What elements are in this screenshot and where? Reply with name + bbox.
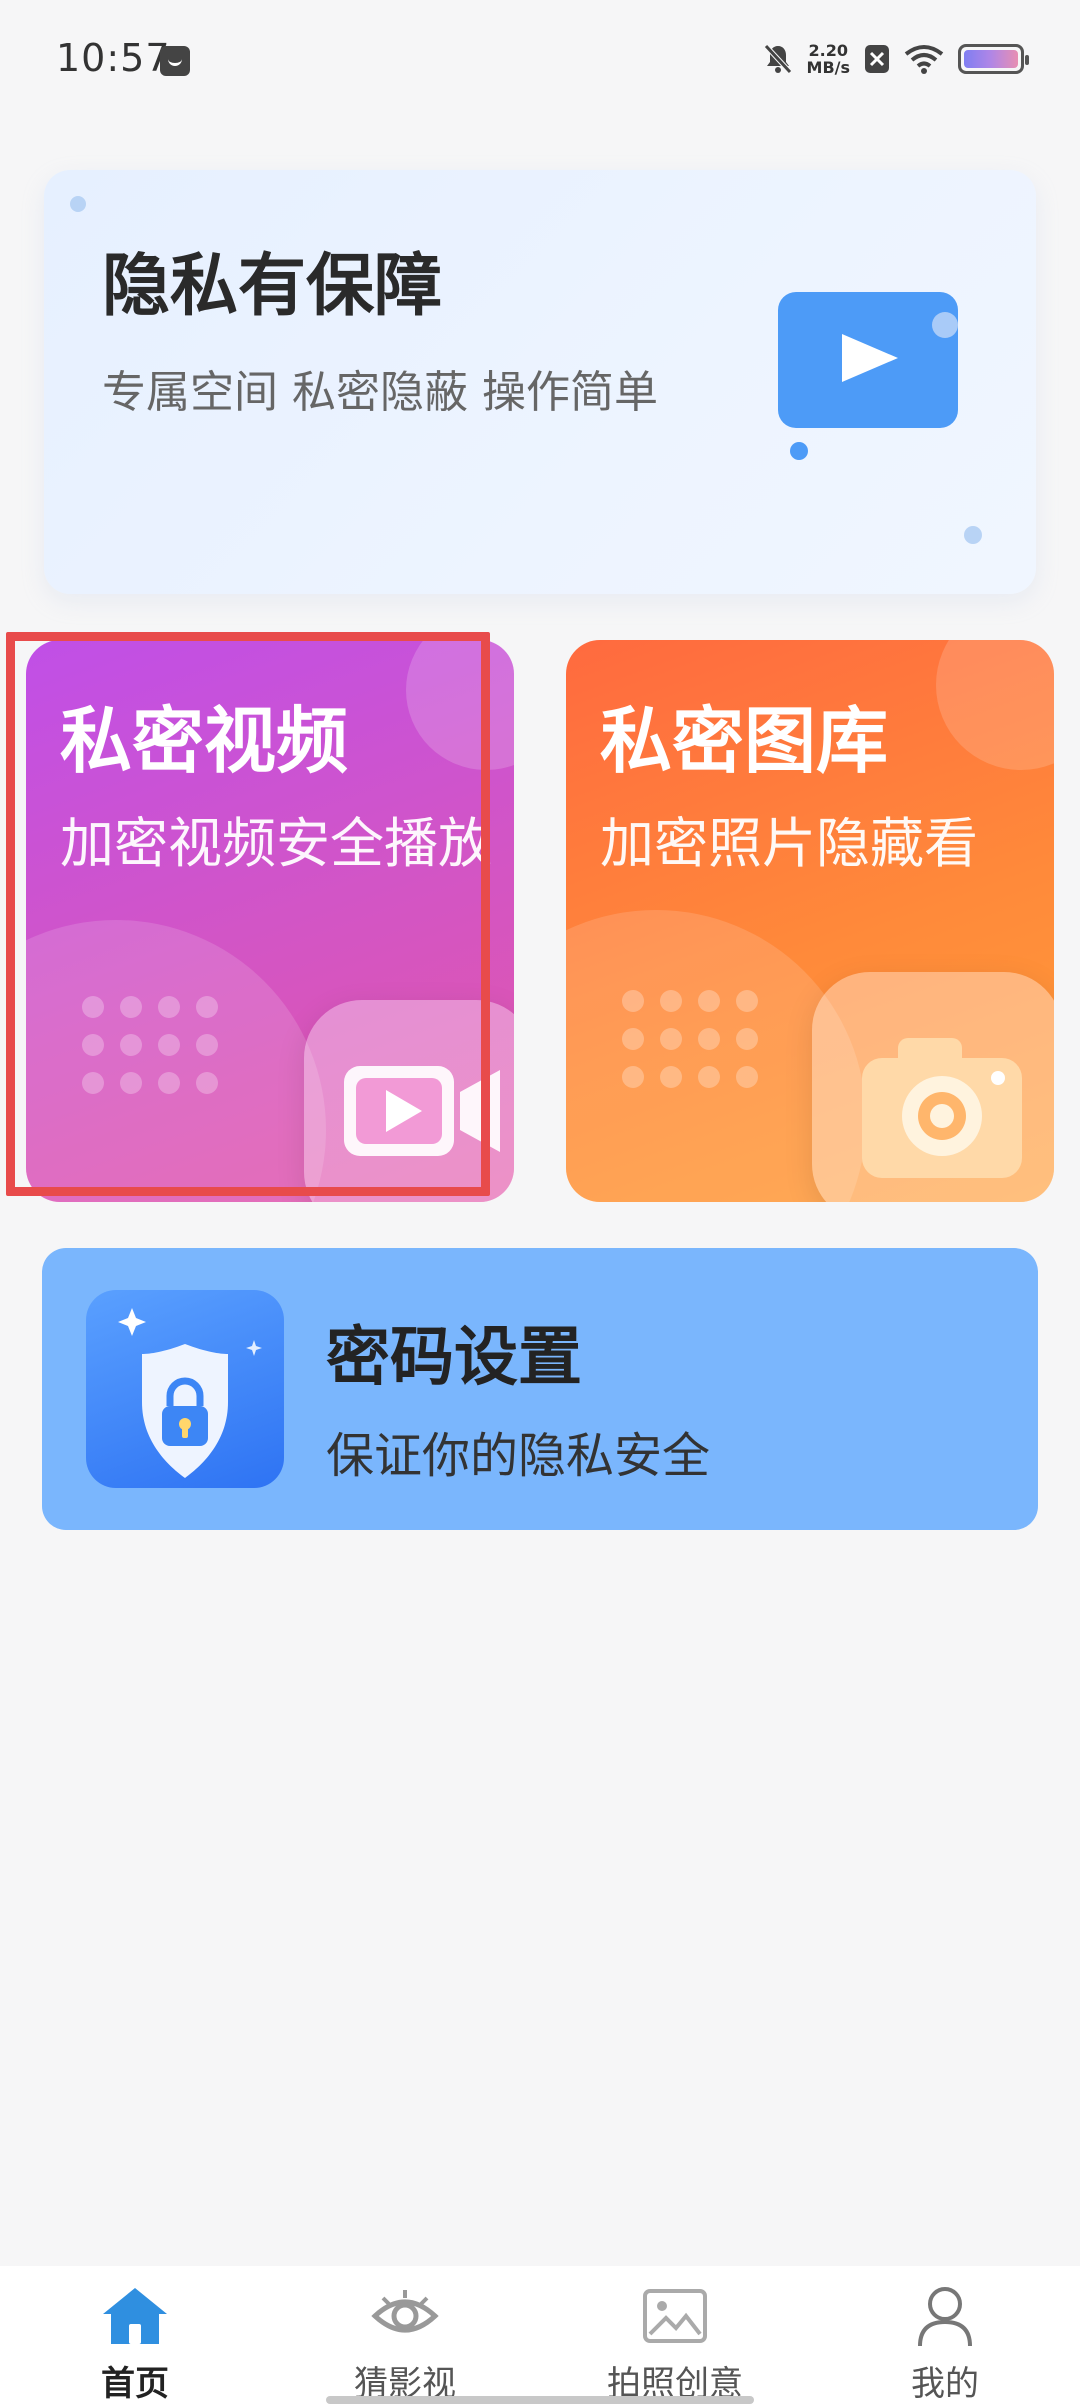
nav-item-home[interactable]: 首页	[0, 2266, 270, 2405]
network-speed-value: 2.20	[808, 41, 848, 60]
home-indicator[interactable]	[326, 2396, 754, 2404]
home-screen: 10:57 2.20 MB/s 隐私有保障 专属空间 私密隐蔽 操作简单 私密视…	[0, 0, 1080, 2408]
card-subtitle: 加密视频安全播放	[60, 812, 492, 875]
play-icon	[778, 292, 958, 428]
card-title: 私密图库	[600, 699, 889, 783]
status-time: 10:57	[56, 36, 171, 80]
sim-off-icon	[865, 45, 889, 73]
battery-level	[964, 50, 1018, 68]
password-title: 密码设置	[326, 1321, 582, 1395]
nav-item-photo-creative[interactable]: 拍照创意	[540, 2266, 810, 2405]
bell-off-icon	[763, 44, 792, 74]
card-decor-blob	[406, 640, 514, 770]
image-icon	[635, 2280, 715, 2352]
banner-decor-dot	[70, 196, 86, 212]
password-settings-card[interactable]: 密码设置 保证你的隐私安全	[42, 1248, 1038, 1530]
banner-subtitle: 专属空间 私密隐蔽 操作简单	[102, 367, 658, 418]
card-decor-blob	[936, 640, 1054, 770]
status-bar: 10:57 2.20 MB/s	[0, 0, 1080, 120]
card-subtitle: 加密照片隐藏看	[600, 812, 978, 875]
shield-lock-icon	[86, 1290, 284, 1488]
network-speed: 2.20 MB/s	[807, 42, 850, 76]
eye-icon	[365, 2280, 445, 2352]
private-gallery-card[interactable]: 私密图库 加密照片隐藏看	[566, 640, 1054, 1202]
nav-label-home: 首页	[101, 2364, 169, 2404]
banner-decor-dot	[932, 312, 958, 338]
network-speed-unit: MB/s	[806, 58, 850, 77]
nav-item-guess-movie[interactable]: 猜影视	[270, 2266, 540, 2405]
privacy-banner[interactable]: 隐私有保障 专属空间 私密隐蔽 操作简单	[44, 170, 1036, 594]
decor-dot-grid	[622, 990, 758, 1088]
video-camera-icon	[304, 1000, 514, 1202]
bottom-navigation: 首页 猜影视 拍照创意 我的	[0, 2266, 1080, 2408]
nav-item-profile[interactable]: 我的	[810, 2266, 1080, 2405]
decor-dot-grid	[82, 996, 218, 1094]
camera-icon	[812, 972, 1054, 1202]
status-indicators: 2.20 MB/s	[763, 42, 1029, 76]
battery-icon	[958, 44, 1029, 74]
banner-title: 隐私有保障	[102, 247, 443, 326]
card-title: 私密视频	[60, 699, 349, 783]
home-icon	[95, 2280, 175, 2352]
wifi-icon	[904, 45, 944, 74]
message-icon	[160, 46, 190, 76]
password-subtitle: 保证你的隐私安全	[326, 1428, 711, 1484]
person-icon	[905, 2280, 985, 2352]
nav-label-profile: 我的	[911, 2364, 979, 2404]
banner-decor-dot	[790, 442, 808, 460]
banner-decor-dot	[964, 526, 982, 544]
private-video-card[interactable]: 私密视频 加密视频安全播放	[26, 640, 514, 1202]
